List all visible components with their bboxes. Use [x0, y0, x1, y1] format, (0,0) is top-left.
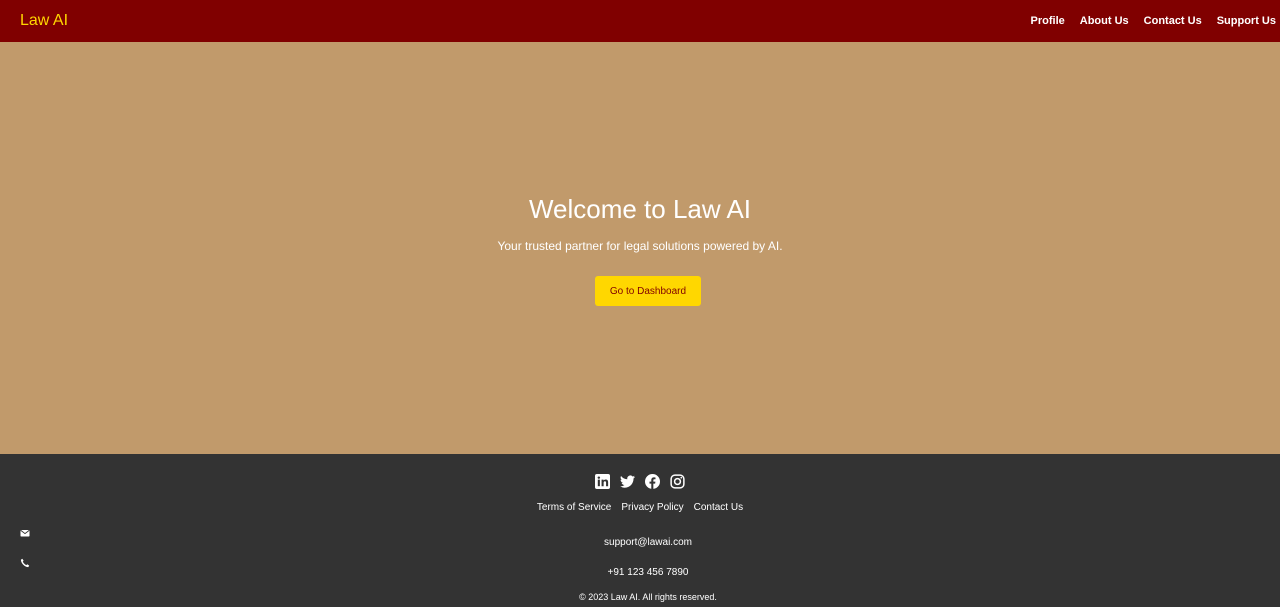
- contact-email: support@lawai.com: [604, 537, 692, 548]
- nav-links: Profile About Us Contact Us Support Us: [1016, 14, 1276, 28]
- envelope-icon: [20, 525, 30, 537]
- footer: Terms of Service Privacy Policy Contact …: [0, 454, 1280, 607]
- navbar: Law AI Profile About Us Contact Us Suppo…: [0, 0, 1280, 42]
- brand-logo[interactable]: Law AI: [20, 11, 68, 31]
- nav-link-about-us[interactable]: About Us: [1080, 14, 1129, 28]
- linkedin-icon[interactable]: [595, 474, 610, 489]
- instagram-icon[interactable]: [670, 474, 685, 489]
- hero-title: Welcome to Law AI: [528, 194, 752, 224]
- twitter-icon[interactable]: [620, 474, 635, 489]
- nav-link-contact-us[interactable]: Contact Us: [1144, 14, 1202, 28]
- copyright: © 2023 Law AI. All rights reserved.: [579, 592, 717, 602]
- contact-phone: +91 123 456 7890: [607, 567, 689, 578]
- social-links: [0, 474, 1280, 489]
- footer-link-terms[interactable]: Terms of Service: [537, 501, 611, 514]
- phone-icon: [20, 555, 30, 568]
- footer-links: Terms of Service Privacy Policy Contact …: [0, 501, 1280, 514]
- hero-section: Welcome to Law AI Your trusted partner f…: [0, 42, 1280, 454]
- footer-link-privacy[interactable]: Privacy Policy: [621, 501, 683, 514]
- footer-link-contact[interactable]: Contact Us: [694, 501, 743, 514]
- nav-link-support-us[interactable]: Support Us: [1217, 14, 1276, 28]
- go-to-dashboard-button[interactable]: Go to Dashboard: [595, 276, 701, 306]
- facebook-icon[interactable]: [645, 474, 660, 489]
- hero-subtitle: Your trusted partner for legal solutions…: [497, 239, 783, 253]
- nav-link-profile[interactable]: Profile: [1031, 14, 1065, 28]
